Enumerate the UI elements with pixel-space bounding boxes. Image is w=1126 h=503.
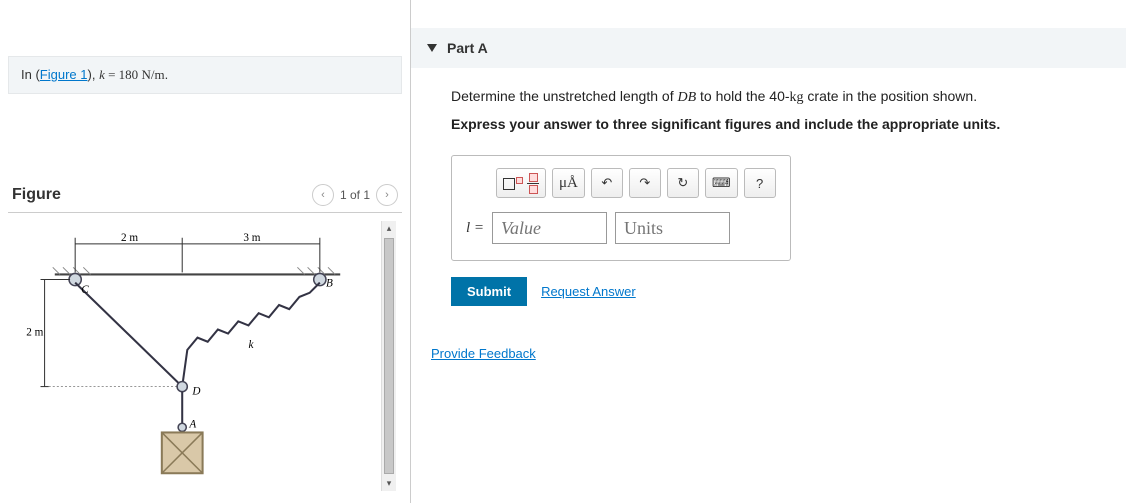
instruction: Express your answer to three significant… bbox=[451, 114, 1106, 135]
text: Determine the unstretched length of bbox=[451, 88, 677, 104]
keyboard-button[interactable]: ⌨ bbox=[705, 168, 738, 198]
figure-prev-button[interactable]: ‹ bbox=[312, 184, 334, 206]
collapse-icon bbox=[427, 44, 437, 52]
dim-3m: 3 m bbox=[243, 232, 260, 244]
scroll-down-icon[interactable]: ▾ bbox=[382, 476, 396, 491]
text: . bbox=[165, 67, 169, 82]
label-b: B bbox=[326, 278, 333, 290]
reset-icon: ↻ bbox=[677, 175, 688, 191]
text: to hold the 40- bbox=[696, 88, 789, 104]
label-d: D bbox=[191, 386, 200, 398]
redo-icon: ↷ bbox=[639, 175, 650, 191]
reset-button[interactable]: ↻ bbox=[667, 168, 699, 198]
figure-pager: ‹ 1 of 1 › bbox=[312, 184, 398, 206]
part-title: Part A bbox=[447, 40, 488, 56]
submit-button[interactable]: Submit bbox=[451, 277, 527, 306]
keyboard-icon: ⌨ bbox=[712, 175, 731, 191]
question-block: Determine the unstretched length of DB t… bbox=[411, 68, 1126, 145]
divider bbox=[8, 212, 402, 213]
lhs-label: l = bbox=[466, 220, 484, 237]
problem-statement: In (Figure 1), k = 180 N/m. bbox=[8, 56, 402, 94]
value-input[interactable] bbox=[492, 212, 607, 244]
undo-icon: ↶ bbox=[601, 175, 612, 191]
unit: N/m bbox=[141, 67, 164, 82]
text: ), bbox=[88, 67, 100, 82]
greek-symbols-button[interactable]: μÅ bbox=[552, 168, 585, 198]
undo-button[interactable]: ↶ bbox=[591, 168, 623, 198]
figure-diagram: 2 m 3 m bbox=[14, 221, 381, 491]
figure-counter: 1 of 1 bbox=[340, 188, 370, 202]
redo-button[interactable]: ↷ bbox=[629, 168, 661, 198]
label-c: C bbox=[81, 284, 89, 296]
dim-2m-left: 2 m bbox=[26, 327, 43, 339]
text: In ( bbox=[21, 67, 40, 82]
figure-scrollbar[interactable]: ▴ ▾ bbox=[381, 221, 396, 491]
scroll-up-icon[interactable]: ▴ bbox=[382, 221, 396, 236]
text: = 180 bbox=[105, 67, 142, 82]
text: crate in the position shown. bbox=[804, 88, 978, 104]
figure-link[interactable]: Figure 1 bbox=[40, 67, 88, 82]
unit-kg: kg bbox=[790, 90, 804, 105]
scroll-thumb[interactable] bbox=[384, 238, 394, 474]
request-answer-link[interactable]: Request Answer bbox=[541, 284, 636, 299]
label-k: k bbox=[248, 339, 254, 351]
units-input[interactable] bbox=[615, 212, 730, 244]
provide-feedback-link[interactable]: Provide Feedback bbox=[431, 346, 536, 361]
figure-next-button[interactable]: › bbox=[376, 184, 398, 206]
template-picker-button[interactable] bbox=[496, 168, 546, 198]
formula-toolbar: μÅ ↶ ↷ ↻ ⌨ ? bbox=[466, 168, 776, 198]
variable-db: DB bbox=[677, 90, 696, 105]
label-a: A bbox=[188, 418, 196, 430]
help-button[interactable]: ? bbox=[744, 168, 776, 198]
answer-panel: μÅ ↶ ↷ ↻ ⌨ ? l = bbox=[451, 155, 791, 261]
part-header[interactable]: Part A bbox=[411, 28, 1126, 68]
dim-2m-top: 2 m bbox=[121, 232, 138, 244]
figure-title: Figure bbox=[12, 186, 61, 204]
